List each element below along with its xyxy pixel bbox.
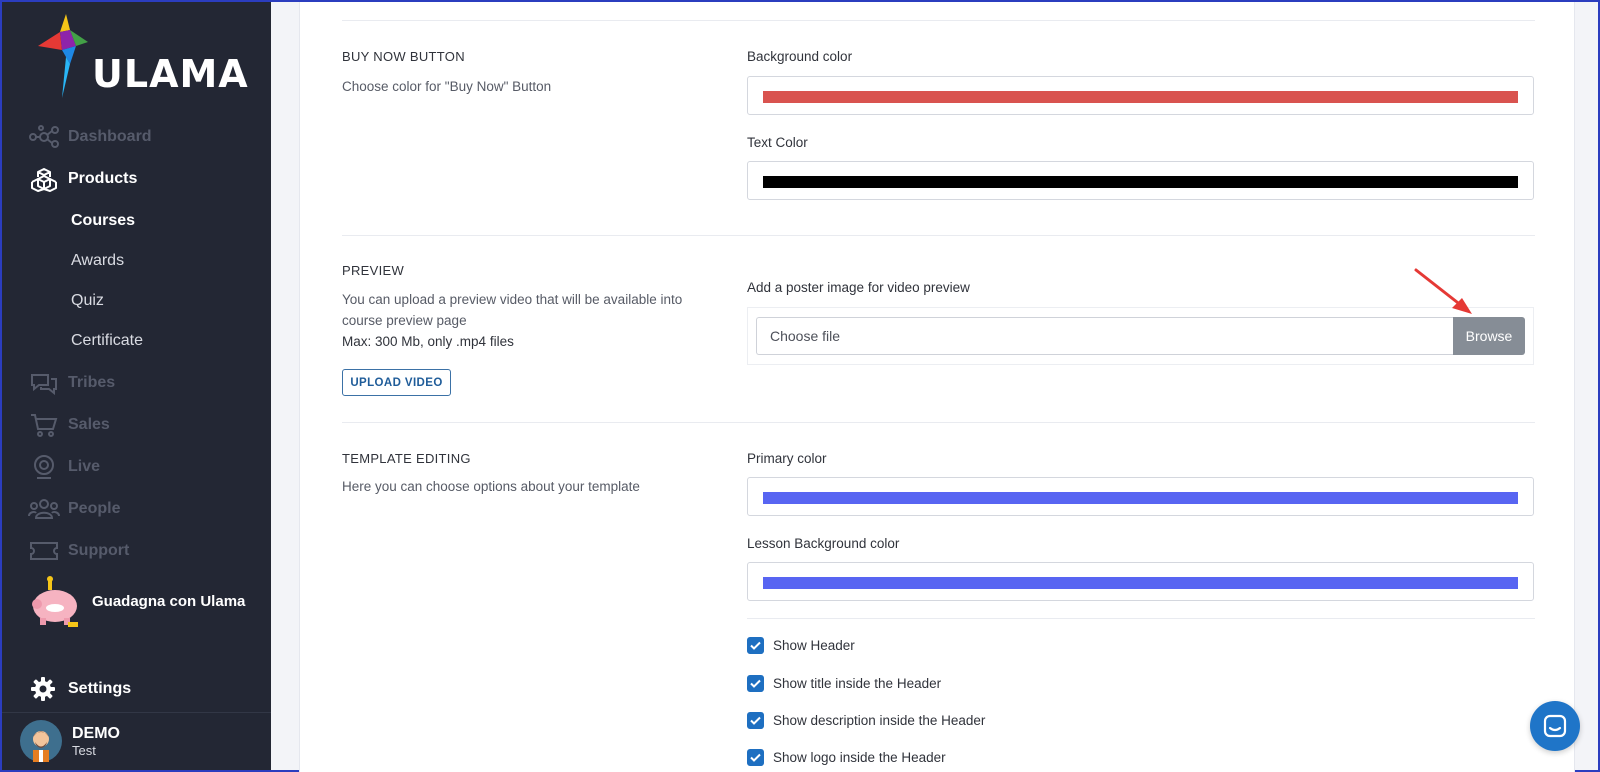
divider [342, 422, 1535, 423]
sidebar-item-label: Products [68, 170, 138, 187]
section-desc-buy-now: Choose color for "Buy Now" Button [342, 79, 552, 94]
webcam-icon [28, 454, 60, 480]
user-subtitle: Test [72, 742, 96, 758]
sidebar-subitem-courses[interactable]: Courses [71, 212, 135, 230]
sidebar-item-people[interactable]: People [28, 494, 120, 524]
divider [2, 712, 271, 713]
sidebar-item-live[interactable]: Live [28, 452, 100, 482]
bg-color-picker[interactable] [747, 76, 1534, 115]
settings-label: Settings [68, 680, 132, 697]
sidebar-item-label: Tribes [68, 374, 116, 391]
checkbox-label: Show logo inside the Header [773, 750, 946, 765]
sidebar-item-products[interactable]: Products [28, 164, 137, 194]
show-title-checkbox[interactable]: Show title inside the Header [747, 675, 941, 692]
checkbox-label: Show title inside the Header [773, 676, 942, 691]
primary-color-picker[interactable] [747, 477, 1534, 516]
color-swatch [763, 176, 1518, 188]
checkbox-checked-icon [747, 712, 764, 729]
checkbox-checked-icon [747, 675, 764, 692]
color-swatch [763, 577, 1518, 589]
section-desc-preview: You can upload a preview video that will… [342, 292, 683, 328]
divider [747, 618, 1535, 619]
gear-icon [31, 677, 55, 701]
ulama-logo[interactable]: ULAMA [36, 12, 249, 102]
brand-name: ULAMA [92, 52, 249, 96]
network-icon [28, 124, 60, 150]
sidebar-item-sales[interactable]: Sales [28, 410, 110, 440]
text-color-label: Text Color [747, 135, 808, 150]
user-profile[interactable]: DEMO Test [20, 720, 120, 762]
sidebar-subitem-awards[interactable]: Awards [71, 252, 124, 270]
section-title-buy-now: BUY NOW BUTTON [342, 49, 465, 64]
hummingbird-logo-icon [38, 14, 88, 98]
chat-bubbles-icon [28, 370, 60, 396]
file-input[interactable]: Choose file [756, 317, 1453, 355]
promo-label: Guadagna con Ulama [92, 592, 246, 610]
sidebar-item-label: People [68, 500, 121, 517]
ticket-icon [28, 538, 60, 564]
divider [342, 235, 1535, 236]
sidebar-item-settings[interactable]: Settings [30, 676, 131, 702]
upload-limit-text: Max: 300 Mb, only .mp4 files [342, 334, 514, 349]
arrow-annotation-icon [1414, 268, 1472, 314]
sidebar-subitem-certificate[interactable]: Certificate [71, 332, 143, 350]
sidebar-item-label: Support [68, 542, 130, 559]
sidebar: ULAMA Dashboard Products Courses Awards … [2, 2, 271, 770]
sidebar-item-label: Sales [68, 416, 110, 433]
bg-color-label: Background color [747, 49, 853, 64]
lesson-bg-color-picker[interactable] [747, 562, 1534, 601]
checkbox-label: Show description inside the Header [773, 713, 986, 728]
sidebar-item-support[interactable]: Support [28, 536, 129, 566]
checkbox-checked-icon [747, 749, 764, 766]
avatar [20, 720, 62, 762]
settings-card [299, 2, 1575, 772]
chat-icon [1543, 714, 1567, 738]
boxes-icon [28, 166, 60, 192]
sidebar-item-tribes[interactable]: Tribes [28, 368, 115, 398]
show-logo-checkbox[interactable]: Show logo inside the Header [747, 749, 946, 766]
chat-launcher-button[interactable] [1530, 701, 1580, 751]
sidebar-promo[interactable]: Guadagna con Ulama [28, 574, 245, 628]
sidebar-item-dashboard[interactable]: Dashboard [28, 122, 152, 152]
color-swatch [763, 91, 1518, 103]
checkbox-checked-icon [747, 637, 764, 654]
browse-button[interactable]: Browse [1453, 317, 1525, 355]
piggy-bank-icon [32, 576, 78, 627]
section-desc-template: Here you can choose options about your t… [342, 479, 640, 494]
sidebar-item-label: Live [68, 458, 101, 475]
divider [342, 20, 1535, 21]
sidebar-item-label: Dashboard [68, 128, 152, 145]
show-header-checkbox[interactable]: Show Header [747, 637, 855, 654]
show-description-checkbox[interactable]: Show description inside the Header [747, 712, 985, 729]
section-title-template: TEMPLATE EDITING [342, 451, 471, 466]
lesson-bg-color-label: Lesson Background color [747, 536, 900, 551]
checkbox-label: Show Header [773, 638, 855, 653]
sidebar-subitem-quiz[interactable]: Quiz [71, 292, 104, 310]
text-color-picker[interactable] [747, 161, 1534, 200]
section-title-preview: PREVIEW [342, 263, 405, 278]
user-name: DEMO [72, 724, 120, 742]
people-icon [28, 496, 60, 522]
color-swatch [763, 492, 1518, 504]
cart-icon [28, 412, 60, 438]
primary-color-label: Primary color [747, 451, 827, 466]
upload-video-button[interactable]: UPLOAD VIDEO [342, 369, 451, 396]
poster-image-label: Add a poster image for video preview [747, 280, 970, 295]
